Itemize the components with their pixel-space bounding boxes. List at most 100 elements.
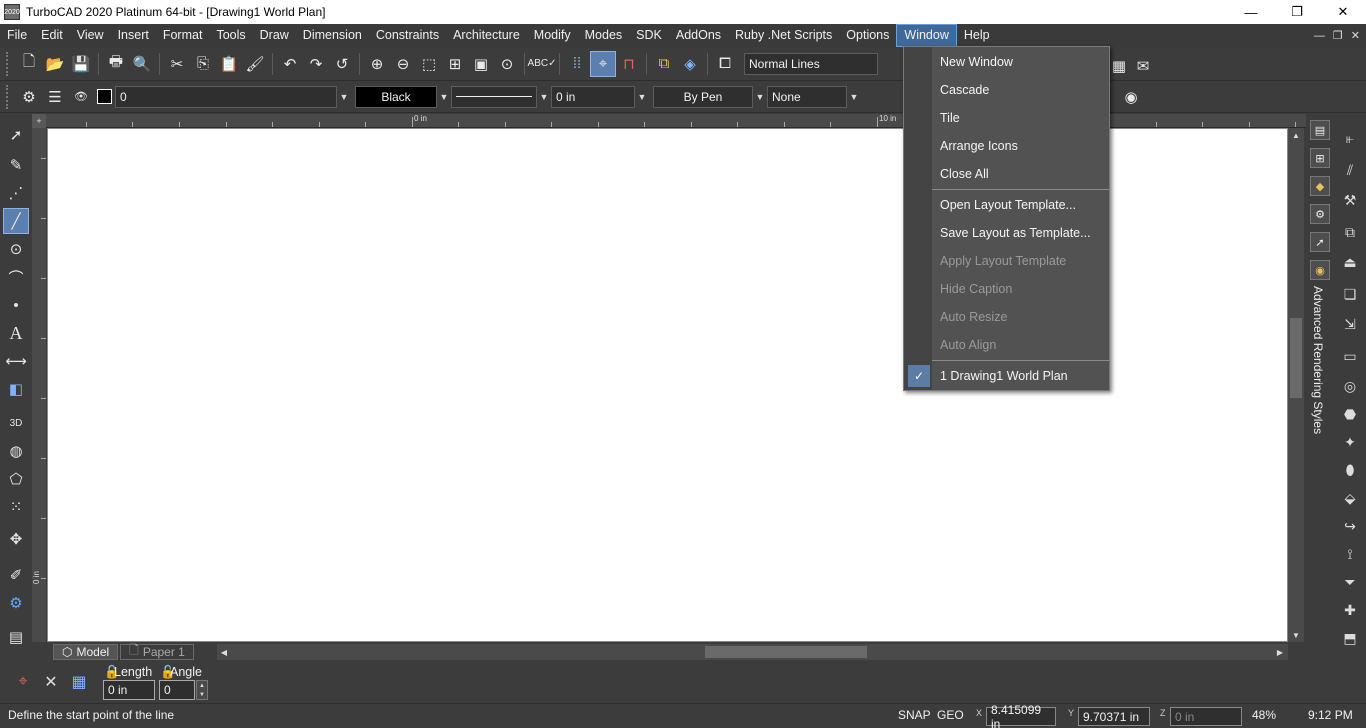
maximize-button[interactable]: ❐ — [1274, 0, 1320, 24]
text-icon[interactable]: A — [3, 320, 29, 346]
scroll-thumb[interactable] — [705, 646, 867, 658]
ruler-corner[interactable]: + — [32, 114, 46, 128]
funnel-icon[interactable]: ⏷ — [1338, 570, 1362, 594]
line-style-select[interactable]: Normal Lines — [744, 52, 878, 75]
tab-model[interactable]: ⬡ Model — [53, 643, 119, 660]
box-icon[interactable]: ⬙ — [1338, 486, 1362, 510]
menu-item-drawing1-world-plan[interactable]: 1 Drawing1 World Plan — [932, 362, 1109, 390]
copy-icon[interactable]: ⎘ — [190, 51, 216, 77]
print-icon[interactable]: 🖶 — [103, 51, 129, 77]
palette-render-icon[interactable]: ◉ — [1310, 260, 1330, 280]
geo-toggle[interactable]: GEO — [937, 708, 964, 722]
line-icon[interactable]: ╱ — [3, 208, 29, 234]
minimize-button[interactable]: — — [1228, 0, 1274, 24]
z-coordinate[interactable]: 0 in — [1170, 707, 1242, 726]
magnet-icon[interactable]: ⊓ — [616, 51, 642, 77]
insert-icon[interactable]: ⇲ — [1338, 312, 1362, 336]
settings-gear-icon[interactable]: ⚙ — [16, 84, 42, 110]
menu-item-open-layout-template[interactable]: Open Layout Template... — [932, 191, 1109, 219]
angle-stepper[interactable]: ▲ ▼ — [196, 680, 208, 700]
thickness-input[interactable]: 0 in — [551, 85, 635, 108]
cancel-icon[interactable]: ✕ — [38, 669, 64, 695]
solid-icon[interactable]: ◍ — [3, 438, 29, 464]
color-select[interactable]: Black — [355, 85, 437, 108]
hatch-icon[interactable]: ⫽ — [1338, 158, 1362, 182]
menu-item-cascade[interactable]: Cascade — [932, 76, 1109, 104]
chevron-down-icon[interactable]: ▼ — [635, 86, 649, 108]
cut-icon[interactable]: ✂ — [164, 51, 190, 77]
3d-icon[interactable]: 3D — [3, 410, 29, 436]
circle-icon[interactable]: ⊙ — [3, 236, 29, 262]
palette-label[interactable]: Advanced Rendering Styles — [1311, 286, 1325, 434]
edit-tool-icon[interactable]: ✎ — [3, 152, 29, 178]
bend-icon[interactable]: ↪ — [1338, 514, 1362, 538]
visibility-icon[interactable]: 👁 — [68, 84, 94, 110]
scroll-right-icon[interactable]: ▶ — [1273, 644, 1287, 660]
layer-manager-icon[interactable]: ☰ — [42, 84, 68, 110]
dimension-icon[interactable]: ⟷ — [3, 348, 29, 374]
publish-icon[interactable]: ✉ — [1130, 53, 1156, 79]
menu-file[interactable]: File — [0, 24, 34, 47]
menu-help[interactable]: Help — [957, 24, 997, 47]
array-icon[interactable]: ⁙ — [3, 494, 29, 520]
zoom-page-icon[interactable]: ▣ — [468, 51, 494, 77]
eraser-icon[interactable]: ⬠ — [3, 466, 29, 492]
add-icon[interactable]: ✚ — [1338, 598, 1362, 622]
vertical-scrollbar[interactable]: ▲ ▼ — [1288, 128, 1304, 642]
snap-toggle[interactable]: SNAP — [898, 708, 931, 722]
cylinder-icon[interactable]: ⬮ — [1338, 458, 1362, 482]
window-icon[interactable]: ▤ — [3, 624, 29, 650]
cube-icon[interactable]: ⬒ — [1338, 626, 1362, 650]
gear-icon[interactable]: ⚙ — [3, 590, 29, 616]
line-type-select[interactable] — [451, 85, 537, 108]
menu-addons[interactable]: AddOns — [669, 24, 728, 47]
palette-selection-icon[interactable]: ⊞ — [1310, 148, 1330, 168]
layer-select[interactable]: 0 — [115, 85, 337, 108]
fill-select[interactable]: None — [767, 85, 847, 108]
mdi-close-button[interactable]: ✕ — [1351, 29, 1360, 42]
menu-dimension[interactable]: Dimension — [296, 24, 369, 47]
mdi-restore-button[interactable]: ❐ — [1333, 29, 1343, 42]
open-folder-icon[interactable]: 📂 — [42, 51, 68, 77]
chevron-down-icon[interactable]: ▼ — [337, 86, 351, 108]
toolbar-grip[interactable] — [6, 84, 12, 109]
x-coordinate[interactable]: 8.415099 in — [986, 703, 1056, 728]
chevron-down-icon[interactable]: ▼ — [753, 86, 767, 108]
y-coordinate[interactable]: 9.70371 in — [1078, 707, 1150, 726]
render-style-icon[interactable]: ◉ — [1118, 84, 1144, 110]
explorer-icon[interactable]: ⧠ — [712, 51, 738, 77]
select-icon[interactable]: ➚ — [3, 122, 29, 148]
new-file-icon[interactable]: 🗋 — [16, 51, 42, 77]
menu-item-close-all[interactable]: Close All — [932, 160, 1109, 188]
menu-tools[interactable]: Tools — [209, 24, 252, 47]
menu-architecture[interactable]: Architecture — [446, 24, 527, 47]
paste-icon[interactable]: 📋 — [216, 51, 242, 77]
snap-icon[interactable]: ⌖ — [590, 50, 616, 77]
undo-icon[interactable]: ↶ — [277, 51, 303, 77]
views-icon[interactable]: ◈ — [677, 51, 703, 77]
finish-icon[interactable]: ⌖ — [10, 669, 36, 695]
mdi-minimize-button[interactable]: — — [1314, 30, 1325, 42]
close-button[interactable]: ✕ — [1320, 0, 1366, 24]
point-icon[interactable]: ⋰ — [3, 180, 29, 206]
menu-item-save-layout-as-template[interactable]: Save Layout as Template... — [932, 219, 1109, 247]
menu-item-tile[interactable]: Tile — [932, 104, 1109, 132]
toolbar-grip[interactable] — [6, 51, 12, 76]
panel-icon[interactable]: ▭ — [1338, 344, 1362, 368]
menu-item-new-window[interactable]: New Window — [932, 48, 1109, 76]
chevron-down-icon[interactable]: ▼ — [537, 86, 551, 108]
format-painter-icon[interactable]: 🖌 — [242, 51, 268, 77]
horizontal-scrollbar[interactable]: ◀ ▶ — [217, 644, 1288, 660]
menu-item-arrange-icons[interactable]: Arrange Icons — [932, 132, 1109, 160]
menu-sdk[interactable]: SDK — [629, 24, 669, 47]
paint-icon[interactable]: ✦ — [1338, 430, 1362, 454]
menu-modify[interactable]: Modify — [527, 24, 578, 47]
menu-edit[interactable]: Edit — [34, 24, 70, 47]
tab-paper[interactable]: 🗋 Paper 1 — [120, 643, 194, 660]
spell-check-icon[interactable]: ABC✓ — [528, 51, 557, 77]
zoom-window-icon[interactable]: ⬚ — [416, 51, 442, 77]
options-table-icon[interactable]: ▦ — [66, 669, 92, 695]
menu-view[interactable]: View — [70, 24, 111, 47]
scroll-down-icon[interactable]: ▼ — [1288, 628, 1304, 642]
scroll-up-icon[interactable]: ▲ — [1288, 128, 1304, 142]
